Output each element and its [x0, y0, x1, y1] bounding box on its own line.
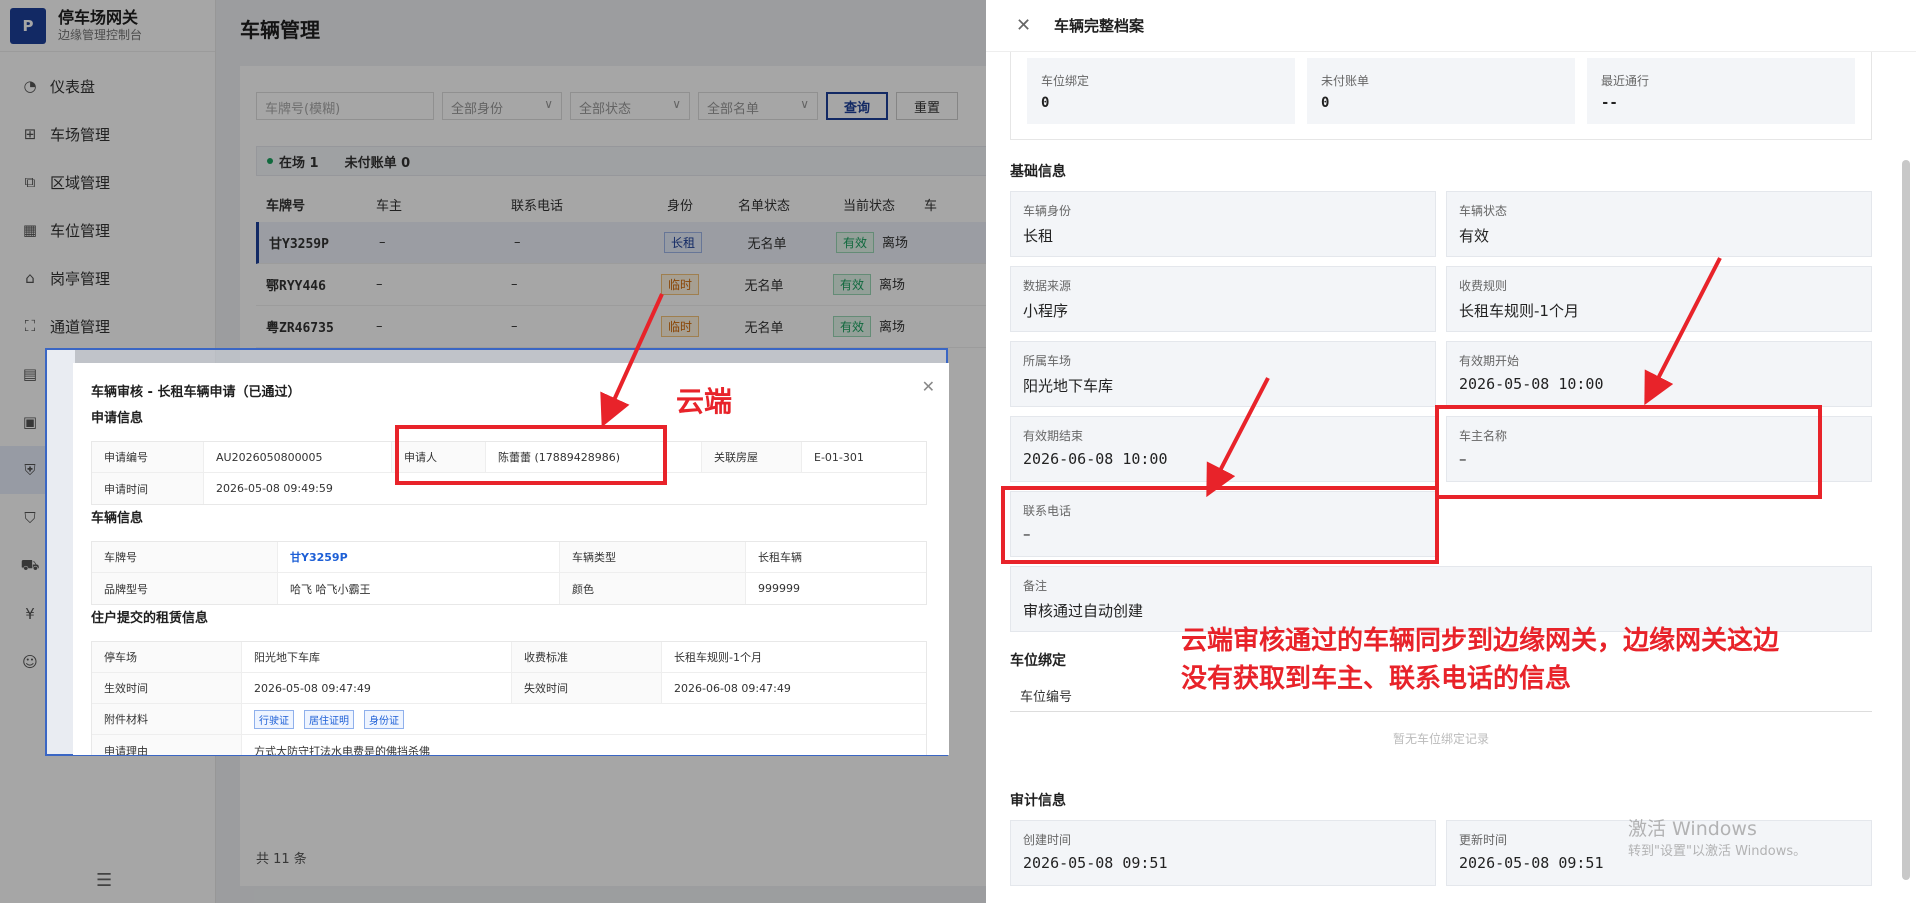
field-value: 有效: [1459, 227, 1490, 245]
field-label: 数据来源: [1023, 279, 1072, 293]
lot-label: 停车场: [92, 642, 242, 672]
field-value: 2026-05-08 09:51: [1023, 854, 1168, 872]
section-space-binding: 车位绑定: [1010, 653, 1066, 669]
summary-unpaid: 未付账单 0: [1307, 58, 1575, 124]
field-value: 2026-05-08 10:00: [1459, 375, 1604, 393]
field-label: 车辆身份: [1023, 204, 1072, 218]
attachment-tag[interactable]: 行驶证: [254, 709, 294, 729]
field-value: 小程序: [1023, 302, 1069, 320]
field-value: 长租车规则-1个月: [1459, 302, 1579, 320]
summary-label: 未付账单: [1321, 74, 1370, 88]
field-label: 备注: [1023, 579, 1048, 593]
vehicle-info-table: 车牌号 甘Y3259P 车辆类型 长租车辆 品牌型号 哈飞 哈飞小霸王 颜色 9…: [91, 541, 927, 605]
reason-value: 方式大防守打法水电费是的佛挡杀佛: [254, 744, 430, 756]
audit-dialog: 车辆审核 - 长租车辆申请（已通过） ✕ 申请信息 申请编号 AU2026050…: [73, 363, 949, 755]
highlight-owner-name: [1435, 405, 1822, 499]
field-label: 车辆状态: [1459, 204, 1508, 218]
fee-value: 长租车规则-1个月: [674, 651, 762, 664]
field-label: 收费规则: [1459, 279, 1508, 293]
field-label: 有效期结束: [1023, 429, 1084, 443]
summary-label: 车位绑定: [1041, 74, 1090, 88]
section-audit-info: 审计信息: [1010, 793, 1066, 809]
summary-label: 最近通行: [1601, 74, 1650, 88]
summary-value: 0: [1041, 95, 1050, 111]
dialog-title: 车辆审核 - 长租车辆申请（已通过）: [91, 385, 301, 400]
drawer-scrollbar[interactable]: [1902, 160, 1910, 880]
apply-time-label: 申请时间: [92, 473, 204, 504]
drawer-title: 车辆完整档案: [1054, 17, 1145, 35]
summary-value: --: [1601, 95, 1618, 111]
close-icon[interactable]: ✕: [1016, 15, 1036, 36]
type-value: 长租车辆: [758, 551, 802, 564]
lot-value: 阳光地下车库: [242, 642, 512, 672]
apply-no-label: 申请编号: [92, 442, 204, 472]
end-value: 2026-06-08 09:47:49: [674, 681, 791, 695]
start-value: 2026-05-08 09:47:49: [242, 673, 512, 703]
highlight-applicant: [395, 425, 667, 485]
field-label: 所属车场: [1023, 354, 1072, 368]
attachment-tag[interactable]: 身份证: [364, 709, 404, 729]
field-valid-end: 有效期结束 2026-06-08 10:00: [1010, 416, 1436, 482]
field-status: 车辆状态 有效: [1446, 191, 1872, 257]
start-label: 生效时间: [92, 673, 242, 703]
brand-label: 品牌型号: [92, 573, 278, 604]
plate-label: 车牌号: [92, 542, 278, 572]
field-label: 创建时间: [1023, 833, 1072, 847]
field-source: 数据来源 小程序: [1010, 266, 1436, 332]
section-lease-info: 住户提交的租赁信息: [91, 611, 209, 626]
type-label: 车辆类型: [560, 542, 746, 572]
field-value: 长租: [1023, 227, 1054, 245]
brand-value: 哈飞 哈飞小霸王: [278, 573, 560, 604]
house-label: 关联房屋: [702, 442, 802, 472]
end-label: 失效时间: [512, 673, 662, 703]
field-value: 2026-06-08 10:00: [1023, 450, 1168, 468]
highlight-phone: [1001, 486, 1439, 564]
summary-value: 0: [1321, 95, 1330, 111]
close-icon[interactable]: ✕: [922, 377, 935, 396]
summary-last-pass: 最近通行 --: [1587, 58, 1855, 124]
section-basic-info: 基础信息: [1010, 164, 1066, 180]
summary-card: 车位绑定 0 未付账单 0 最近通行 --: [1010, 52, 1872, 140]
field-value: 审核通过自动创建: [1023, 602, 1144, 620]
field-created: 创建时间 2026-05-08 09:51: [1010, 820, 1436, 886]
house-value: E-01-301: [814, 450, 864, 464]
attach-label: 附件材料: [92, 704, 242, 734]
apply-no-value: AU2026050800005: [204, 442, 392, 472]
lease-info-table: 停车场 阳光地下车库 收费标准 长租车规则-1个月 生效时间 2026-05-0…: [91, 641, 927, 755]
field-valid-start: 有效期开始 2026-05-08 10:00: [1446, 341, 1872, 407]
section-vehicle-info: 车辆信息: [91, 511, 144, 526]
plate-link[interactable]: 甘Y3259P: [278, 542, 560, 572]
field-label: 有效期开始: [1459, 354, 1520, 368]
fee-label: 收费标准: [512, 642, 662, 672]
color-label: 颜色: [560, 573, 746, 604]
attachment-tag[interactable]: 居住证明: [304, 709, 354, 729]
field-lot: 所属车场阳光地下车库: [1010, 341, 1436, 407]
field-fee-rule: 收费规则长租车规则-1个月: [1446, 266, 1872, 332]
note-annotation-line1: 云端审核通过的车辆同步到边缘网关，边缘网关这边: [1181, 626, 1780, 656]
color-value: 999999: [758, 582, 800, 595]
field-identity: 车辆身份 长租: [1010, 191, 1436, 257]
windows-watermark-sub: 转到"设置"以激活 Windows。: [1628, 844, 1807, 859]
summary-bind: 车位绑定 0: [1027, 58, 1295, 124]
windows-watermark-title: 激活 Windows: [1628, 818, 1757, 840]
field-value: 阳光地下车库: [1023, 377, 1114, 395]
note-annotation-line2: 没有获取到车主、联系电话的信息: [1181, 664, 1572, 694]
cloud-annotation: 云端: [676, 385, 733, 418]
drawer-header: ✕ 车辆完整档案: [986, 0, 1916, 52]
binding-empty-text: 暂无车位绑定记录: [1392, 732, 1489, 746]
section-apply-info: 申请信息: [91, 411, 144, 426]
reason-label: 申请理由: [92, 735, 242, 755]
